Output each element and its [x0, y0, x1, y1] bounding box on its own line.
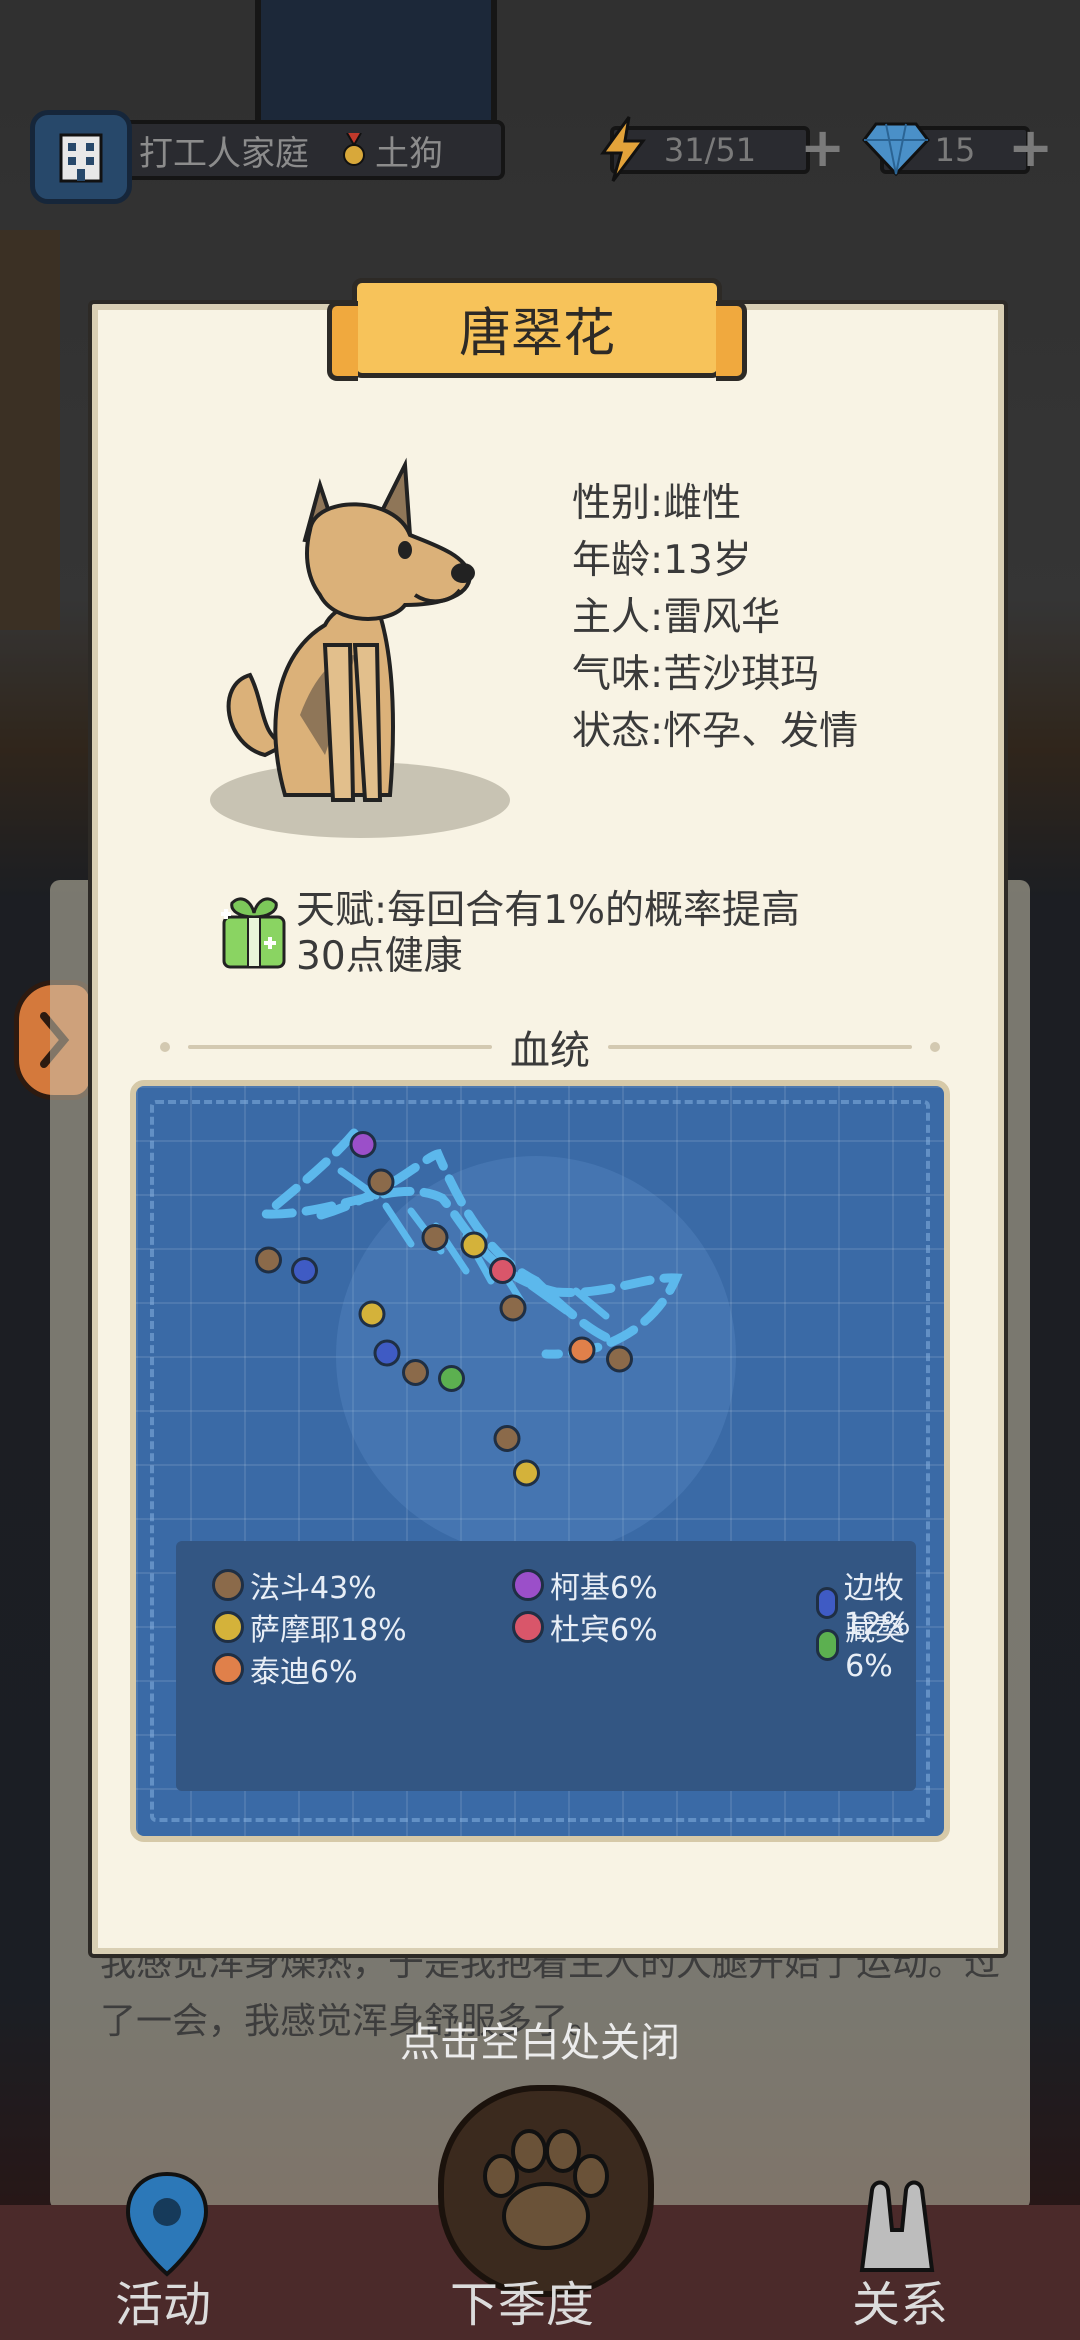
- medal-icon: [343, 133, 365, 166]
- legend-swatch: [212, 1653, 244, 1685]
- owner-field: 主人:雷风华: [572, 595, 781, 640]
- nav-activity[interactable]: 活动: [115, 2265, 211, 2335]
- dna-node: [402, 1359, 429, 1386]
- dog-name-ribbon: 唐翠花: [327, 278, 747, 381]
- bloodline-legend: 法斗43% 柯基6% 边牧12% 萨摩耶18% 杜宾6% 藏獒6% 泰迪6%: [176, 1541, 916, 1791]
- legend-item: 柯基6%: [512, 1563, 658, 1607]
- talent-description: 天赋:每回合有1%的概率提高 30点健康: [296, 888, 856, 980]
- legend-swatch: [212, 1611, 244, 1643]
- dna-node: [255, 1246, 282, 1274]
- talent-gift-icon: [221, 897, 286, 969]
- legend-item: 萨摩耶18%: [212, 1605, 407, 1649]
- gender-field: 性别:雌性: [572, 481, 742, 526]
- divider-line: [608, 1045, 912, 1049]
- scent-field: 气味:苦沙琪玛: [572, 652, 820, 697]
- close-hint[interactable]: 点击空白处关闭: [0, 2010, 1080, 2068]
- dna-node: [421, 1224, 449, 1251]
- family-name: 打工人家庭: [139, 133, 309, 174]
- legend-swatch: [212, 1569, 244, 1601]
- building-icon: [59, 133, 103, 183]
- legend-swatch: [512, 1611, 544, 1643]
- diamond-icon: [862, 122, 930, 177]
- dog-portrait: [210, 457, 510, 838]
- legend-swatch: [512, 1569, 544, 1601]
- energy-plus-button[interactable]: +: [800, 121, 845, 175]
- status-field: 状态:怀孕、发情: [572, 709, 859, 754]
- dna-node: [373, 1339, 401, 1367]
- talent-line-2: 30点健康: [296, 934, 463, 979]
- dna-node: [499, 1294, 527, 1322]
- gem-value: 15: [934, 131, 976, 169]
- legend-label: 柯基6%: [550, 1571, 658, 1606]
- age-field: 年龄:13岁: [572, 538, 752, 583]
- divider-dot: [930, 1042, 940, 1052]
- divider-dot: [160, 1042, 170, 1052]
- legend-item: 藏獒6%: [816, 1605, 916, 1684]
- dna-node: [489, 1257, 516, 1284]
- dna-node: [606, 1345, 633, 1373]
- dna-node: [493, 1425, 521, 1452]
- home-button[interactable]: [30, 110, 132, 204]
- divider-line: [188, 1045, 492, 1049]
- dna-node: [358, 1300, 386, 1328]
- handshake-icon: [859, 2180, 935, 2272]
- rank-label: 土狗: [375, 133, 443, 174]
- dna-node: [438, 1365, 465, 1392]
- dna-node: [291, 1257, 318, 1284]
- legend-item: 泰迪6%: [212, 1647, 358, 1691]
- nav-relations[interactable]: 关系: [852, 2265, 948, 2335]
- dna-node: [349, 1131, 377, 1158]
- bloodline-title: 血统: [510, 1028, 590, 1074]
- legend-label: 泰迪6%: [250, 1655, 358, 1690]
- dna-panel: 法斗43% 柯基6% 边牧12% 萨摩耶18% 杜宾6% 藏獒6% 泰迪6%: [130, 1080, 950, 1842]
- family-pill[interactable]: 打工人家庭 土狗: [105, 120, 505, 180]
- legend-label: 藏獒6%: [845, 1613, 906, 1684]
- talent-line-1: 天赋:每回合有1%的概率提高: [296, 888, 801, 933]
- legend-item: 杜宾6%: [512, 1605, 658, 1649]
- dog-info-list: 性别:雌性 年龄:13岁 主人:雷风华 气味:苦沙琪玛 状态:怀孕、发情: [572, 475, 858, 760]
- legend-item: 法斗43%: [212, 1563, 377, 1607]
- bloodline-header: 血统: [160, 1025, 940, 1074]
- dna-node: [568, 1336, 596, 1364]
- map-pin-icon: [125, 2171, 209, 2277]
- legend-label: 萨摩耶18%: [250, 1613, 407, 1648]
- energy-value: 31/51: [663, 131, 757, 169]
- legend-label: 法斗43%: [250, 1571, 377, 1606]
- paw-icon: [483, 2129, 609, 2250]
- legend-label: 杜宾6%: [550, 1613, 658, 1648]
- nav-next-season[interactable]: 下季度: [450, 2265, 594, 2335]
- dna-node: [513, 1459, 540, 1487]
- dna-node: [367, 1168, 395, 1196]
- dna-node: [460, 1231, 488, 1259]
- lightning-icon: [600, 116, 646, 182]
- gem-plus-button[interactable]: +: [1008, 121, 1053, 175]
- legend-swatch: [816, 1628, 840, 1661]
